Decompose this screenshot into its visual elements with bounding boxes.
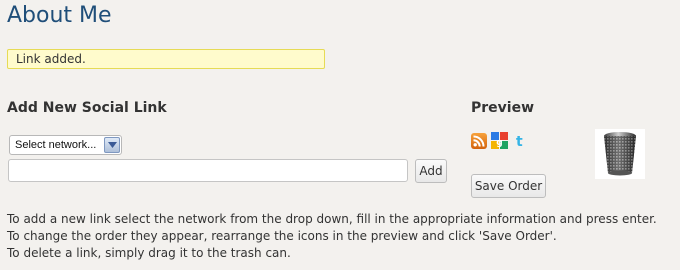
google-icon[interactable]: g — [491, 132, 508, 149]
svg-text:t: t — [516, 134, 523, 149]
help-text-delete: To delete a link, simply drag it to the … — [7, 246, 291, 260]
save-order-button[interactable]: Save Order — [471, 174, 546, 198]
add-link-heading: Add New Social Link — [7, 100, 167, 116]
help-text-order: To change the order they appear, rearran… — [7, 229, 557, 243]
page-title: About Me — [7, 3, 112, 28]
network-select[interactable]: Select network... — [9, 135, 122, 155]
twitter-icon[interactable]: t — [513, 133, 529, 150]
rss-icon[interactable] — [471, 133, 487, 149]
trash-can-icon[interactable] — [595, 129, 645, 179]
notice-message: Link added. — [7, 49, 325, 69]
link-input[interactable] — [8, 159, 408, 182]
network-select-value: Select network... — [15, 139, 97, 151]
chevron-down-icon[interactable] — [104, 137, 120, 153]
add-button[interactable]: Add — [415, 159, 447, 183]
help-text-add: To add a new link select the network fro… — [7, 212, 657, 226]
preview-heading: Preview — [471, 100, 535, 116]
svg-text:g: g — [496, 138, 502, 148]
